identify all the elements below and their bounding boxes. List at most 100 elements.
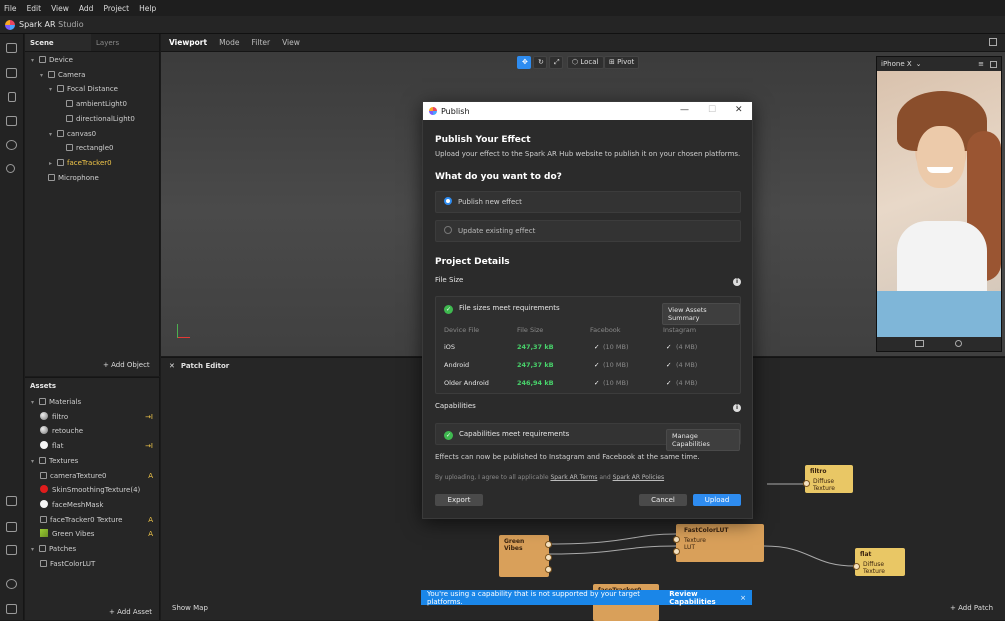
node-icon: [66, 114, 73, 122]
assets-panel: Assets ▾ Materials filtro →I retouche flat →I ▾…: [25, 377, 160, 620]
restore-icon[interactable]: ☐: [708, 105, 716, 115]
asset-item[interactable]: cameraTexture0 A: [40, 469, 159, 483]
asset-item[interactable]: SkinSmoothingTexture(4): [40, 483, 159, 497]
asset-item[interactable]: ▾ Textures: [31, 454, 159, 468]
add-object-button[interactable]: + Add Object: [103, 361, 150, 369]
toast-close-icon[interactable]: ×: [740, 594, 746, 602]
export-button[interactable]: Export: [435, 494, 483, 506]
asset-item[interactable]: ▾ Patches: [31, 542, 159, 556]
image-icon: [40, 529, 48, 538]
menu-add[interactable]: Add: [79, 4, 94, 13]
chevron-down-icon[interactable]: ⌄: [916, 60, 922, 68]
scene-tree-item[interactable]: rectangle0: [58, 141, 114, 155]
review-capabilities-button[interactable]: Review Capabilities: [669, 590, 740, 606]
upload-icon[interactable]: [6, 545, 17, 555]
touch-icon[interactable]: [955, 340, 962, 347]
asset-item[interactable]: retouche: [40, 424, 159, 438]
tab-mode[interactable]: Mode: [219, 38, 239, 47]
video-icon[interactable]: [6, 68, 17, 78]
rotate-tool-icon[interactable]: ↻: [533, 56, 547, 69]
menu-project[interactable]: Project: [103, 4, 129, 13]
tab-viewport[interactable]: Viewport: [169, 38, 207, 47]
spark-ar-terms-link[interactable]: Spark AR Terms: [550, 474, 597, 481]
scale-tool-icon[interactable]: ⤢: [549, 56, 563, 69]
scene-tree-item[interactable]: Microphone: [40, 171, 99, 185]
menu-file[interactable]: File: [4, 4, 17, 13]
camera-switch-icon[interactable]: [915, 340, 924, 347]
file-size-label: File Size: [435, 276, 464, 284]
spark-ar-policies-link[interactable]: Spark AR Policies: [613, 474, 665, 481]
col-file-size: File Size: [517, 326, 544, 334]
local-toggle[interactable]: ⬡ Local: [567, 56, 604, 69]
scene-tree-item[interactable]: ▾ Focal Distance: [49, 82, 118, 96]
asset-item[interactable]: FastColorLUT: [40, 557, 159, 571]
settings-icon[interactable]: [6, 579, 17, 589]
menu-icon[interactable]: ≡: [978, 60, 984, 68]
search-icon[interactable]: [6, 164, 15, 173]
publish-new-option[interactable]: Publish new effect: [435, 191, 741, 213]
menu-bar: File Edit View Add Project Help: [0, 0, 1005, 16]
patch-node-flat[interactable]: flat Diffuse Texture: [853, 548, 905, 576]
refresh-icon[interactable]: [6, 140, 17, 150]
add-patch-button[interactable]: + Add Patch: [950, 604, 993, 612]
pivot-toggle[interactable]: ⊞ Pivot: [604, 56, 640, 69]
scene-tree-item[interactable]: ▸ faceTracker0: [49, 156, 112, 170]
close-icon[interactable]: ✕: [735, 105, 743, 115]
notifications-icon[interactable]: [6, 604, 17, 614]
check-icon: ✓: [666, 343, 672, 351]
layout-icon[interactable]: [6, 43, 17, 53]
publish-dialog: Publish — ☐ ✕ Publish Your Effect Upload…: [422, 101, 753, 519]
asset-item[interactable]: Green Vibes A: [40, 527, 159, 541]
patch-node-filtro[interactable]: filtro Diffuse Texture: [803, 465, 853, 493]
col-facebook: Facebook: [590, 326, 621, 334]
material-icon: [40, 499, 48, 508]
asset-item[interactable]: ▾ Materials: [31, 395, 159, 409]
show-map-button[interactable]: Show Map: [172, 604, 208, 612]
scene-tree-item[interactable]: ▾ Device: [31, 53, 73, 67]
login-icon[interactable]: [6, 522, 17, 532]
scene-tree-item[interactable]: directionalLight0: [58, 112, 135, 126]
stop-icon[interactable]: [6, 116, 17, 126]
tab-filter[interactable]: Filter: [252, 38, 271, 47]
popout-icon[interactable]: [990, 60, 997, 68]
asset-item[interactable]: flat →I: [40, 439, 159, 453]
asset-item[interactable]: faceMeshMask: [40, 498, 159, 512]
publish-heading: Publish Your Effect: [435, 135, 531, 145]
tab-scene[interactable]: Scene: [25, 34, 91, 51]
minimize-icon[interactable]: —: [680, 105, 689, 115]
radio-empty-icon: [444, 226, 452, 234]
scene-tree-item[interactable]: ▾ canvas0: [49, 127, 96, 141]
update-existing-option[interactable]: Update existing effect: [435, 220, 741, 242]
menu-help[interactable]: Help: [139, 4, 156, 13]
info-icon[interactable]: i: [733, 278, 741, 286]
cancel-button[interactable]: Cancel: [639, 494, 687, 506]
view-assets-summary-button[interactable]: View Assets Summary: [662, 303, 740, 325]
scene-tree-item[interactable]: ▾ Camera: [40, 68, 85, 82]
tab-view[interactable]: View: [282, 38, 300, 47]
pause-icon[interactable]: [8, 92, 16, 102]
tab-layers[interactable]: Layers: [91, 34, 157, 51]
device-simulator[interactable]: iPhone X ⌄ ≡: [876, 56, 1002, 352]
capabilities-info-icon[interactable]: i: [733, 404, 741, 412]
asset-item[interactable]: filtro →I: [40, 410, 159, 424]
maximize-icon[interactable]: [989, 38, 997, 46]
upload-button[interactable]: Upload: [693, 494, 741, 506]
spark-ar-logo-icon: [5, 19, 15, 30]
folder-icon[interactable]: [6, 496, 17, 506]
patch-node-fastcolorlut[interactable]: FastColorLUT Texture LUT: [673, 524, 764, 562]
move-tool-icon[interactable]: ✥: [517, 56, 531, 69]
toast-message: You're using a capability that is not su…: [427, 589, 641, 606]
axis-x-icon: [178, 337, 190, 338]
device-select[interactable]: iPhone X: [881, 60, 912, 68]
viewport-tabs: Viewport Mode Filter View: [161, 34, 1005, 52]
add-asset-button[interactable]: + Add Asset: [109, 608, 152, 616]
asset-item[interactable]: faceTracker0 Texture A: [40, 513, 159, 527]
manage-capabilities-button[interactable]: Manage Capabilities: [666, 429, 740, 451]
material-icon: [40, 411, 48, 420]
scene-tree-item[interactable]: ambientLight0: [58, 97, 127, 111]
check-icon: ✓: [594, 343, 600, 351]
menu-edit[interactable]: Edit: [27, 4, 42, 13]
patch-node-green-vibes[interactable]: Green Vibes: [499, 535, 552, 577]
menu-view[interactable]: View: [51, 4, 69, 13]
publish-window-titlebar: Publish — ☐ ✕: [423, 102, 752, 120]
